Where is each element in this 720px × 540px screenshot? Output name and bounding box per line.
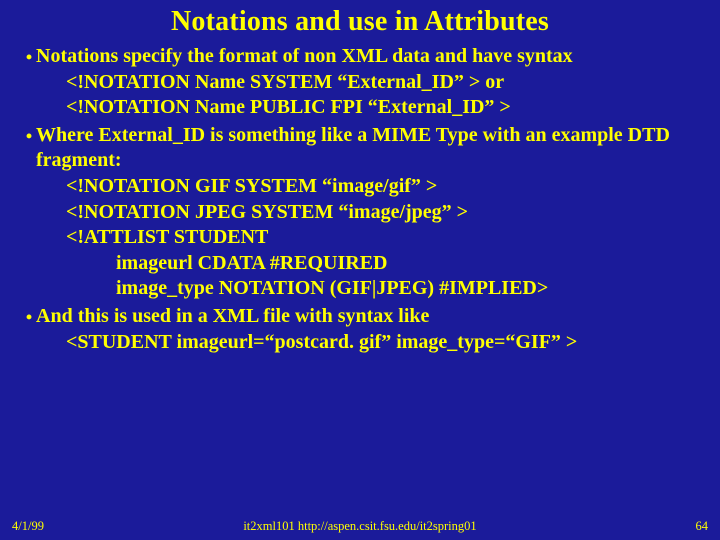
bullet-content: Notations specify the format of non XML … (36, 44, 704, 121)
bullet-line: <!NOTATION JPEG SYSTEM “image/jpeg” > (36, 200, 704, 226)
bullet-line: <!NOTATION Name SYSTEM “External_ID” > o… (36, 70, 704, 96)
bullet-line: <STUDENT imageurl=“postcard. gif” image_… (36, 330, 704, 356)
footer-source: it2xml101 http://aspen.csit.fsu.edu/it2s… (0, 519, 720, 534)
bullet-item: • Where External_ID is something like a … (22, 123, 704, 302)
bullet-lead: And this is used in a XML file with synt… (36, 305, 429, 327)
footer-pagenum: 64 (696, 519, 709, 534)
slide: Notations and use in Attributes • Notati… (0, 0, 720, 540)
bullet-dot-icon: • (22, 46, 36, 69)
bullet-line: <!NOTATION GIF SYSTEM “image/gif” > (36, 174, 704, 200)
bullet-lead: Where External_ID is something like a MI… (36, 124, 670, 172)
bullet-dot-icon: • (22, 125, 36, 148)
bullet-item: • Notations specify the format of non XM… (22, 44, 704, 121)
bullet-line: <!ATTLIST STUDENT (36, 225, 704, 251)
slide-body: • Notations specify the format of non XM… (0, 44, 720, 355)
bullet-line: imageurl CDATA #REQUIRED (36, 251, 704, 277)
bullet-lead: Notations specify the format of non XML … (36, 45, 573, 67)
bullet-line: <!NOTATION Name PUBLIC FPI “External_ID”… (36, 95, 704, 121)
bullet-line: image_type NOTATION (GIF|JPEG) #IMPLIED> (36, 276, 704, 302)
slide-title: Notations and use in Attributes (0, 0, 720, 44)
bullet-content: Where External_ID is something like a MI… (36, 123, 704, 302)
bullet-dot-icon: • (22, 306, 36, 329)
bullet-content: And this is used in a XML file with synt… (36, 304, 704, 355)
bullet-item: • And this is used in a XML file with sy… (22, 304, 704, 355)
